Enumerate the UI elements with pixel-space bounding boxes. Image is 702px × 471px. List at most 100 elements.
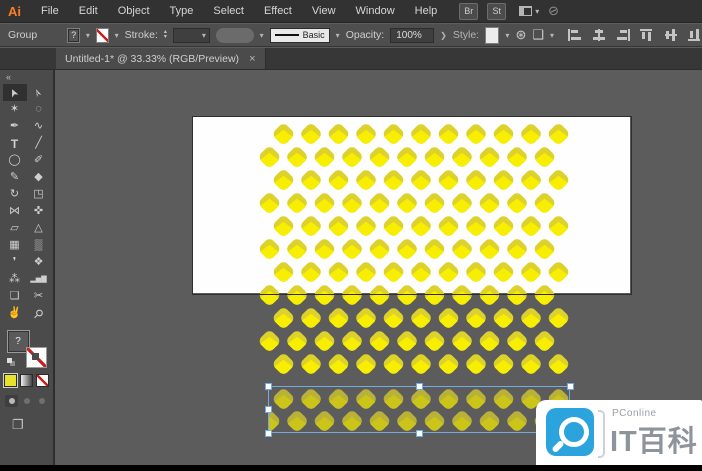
slice-tool-icon: ✂ bbox=[34, 291, 43, 302]
default-fill-stroke-icon[interactable] bbox=[7, 358, 16, 366]
menu-help[interactable]: Help bbox=[405, 5, 448, 17]
stroke-weight-stepper[interactable]: ▴▾ bbox=[164, 30, 167, 40]
collapse-panel-icon[interactable]: « bbox=[0, 70, 11, 84]
type-tool[interactable]: T bbox=[3, 135, 27, 152]
chevron-down-icon[interactable]: ▾ bbox=[336, 31, 340, 40]
width-tool-icon: ⋈ bbox=[9, 206, 20, 217]
paintbrush-tool-icon: ✐ bbox=[34, 155, 43, 166]
pencil-tool[interactable]: ✎ bbox=[3, 169, 27, 186]
menu-object[interactable]: Object bbox=[108, 5, 160, 17]
draw-normal-button[interactable] bbox=[5, 395, 18, 407]
vertical-align-center-icon[interactable] bbox=[664, 29, 678, 41]
fill-color-swatch[interactable]: ? bbox=[67, 28, 80, 43]
paintbrush-tool[interactable]: ✐ bbox=[27, 152, 51, 169]
close-icon[interactable]: × bbox=[249, 53, 255, 65]
column-graph-tool[interactable]: ▂▅▇ bbox=[27, 271, 51, 288]
magic-wand-tool[interactable]: ✶ bbox=[3, 101, 27, 118]
zoom-tool[interactable]: ⚲ bbox=[27, 305, 51, 322]
menu-edit[interactable]: Edit bbox=[69, 5, 108, 17]
pen-tool[interactable]: ✒ bbox=[3, 118, 27, 135]
vertical-align-bottom-icon[interactable] bbox=[688, 29, 702, 41]
perspective-grid-tool[interactable]: △ bbox=[27, 220, 51, 237]
ellipse-tool[interactable]: ◯ bbox=[3, 152, 27, 169]
menu-file[interactable]: File bbox=[31, 5, 69, 17]
lasso-tool[interactable]: ◌ bbox=[27, 101, 51, 118]
opacity-arrow-icon[interactable]: ❯ bbox=[440, 31, 447, 40]
draw-inside-button[interactable] bbox=[35, 395, 48, 407]
globe-icon[interactable]: ⊛ bbox=[515, 27, 526, 43]
chevron-down-icon[interactable]: ▾ bbox=[260, 31, 264, 40]
free-transform-tool[interactable]: ▱ bbox=[3, 220, 27, 237]
document-setup-icon[interactable]: ❑ bbox=[532, 27, 544, 43]
width-tool[interactable]: ⋈ bbox=[3, 203, 27, 220]
direct-selection-tool[interactable]: ➢ bbox=[27, 84, 51, 101]
color-button[interactable] bbox=[4, 374, 17, 387]
bridge-button[interactable]: Br bbox=[459, 3, 478, 20]
selection-handle[interactable] bbox=[265, 430, 272, 437]
selection-tool[interactable]: ➤ bbox=[3, 84, 27, 101]
horizontal-align-right-icon[interactable] bbox=[616, 29, 630, 41]
shape-builder-tool[interactable]: ▦ bbox=[3, 237, 27, 254]
selection-handle[interactable] bbox=[265, 383, 272, 390]
chevron-down-icon[interactable]: ▾ bbox=[550, 31, 554, 40]
brush-definition-dropdown[interactable]: Basic bbox=[270, 28, 330, 43]
chevron-down-icon[interactable]: ▾ bbox=[505, 31, 509, 40]
drawing-modes bbox=[5, 395, 48, 407]
selection-type-label: Group bbox=[8, 29, 37, 41]
horizontal-align-center-icon[interactable] bbox=[592, 29, 606, 41]
hand-tool[interactable]: ✌ bbox=[3, 305, 27, 322]
screen-mode-button[interactable]: ❐ bbox=[0, 417, 24, 433]
eraser-tool-icon: ◆ bbox=[34, 172, 42, 183]
canvas[interactable]: PConline IT百科 bbox=[55, 70, 702, 471]
chevron-down-icon[interactable]: ▾ bbox=[115, 31, 119, 40]
puppet-warp-tool[interactable]: ✜ bbox=[27, 203, 51, 220]
eyedropper-tool[interactable]: ❜ bbox=[3, 254, 27, 271]
symbol-sprayer-tool[interactable]: ⁂ bbox=[3, 271, 27, 288]
watermark-bracket bbox=[598, 410, 605, 458]
artboard-tool-icon: ❏ bbox=[10, 291, 20, 302]
touch-workspace-icon[interactable]: ⊘ bbox=[546, 2, 562, 21]
tools-grid: ➤➢✶ ◌ ✒∿T╱ ◯ ✐ ✎ ◆ ↻◳ ⋈ ✜ ▱ △▦▒❜ ❖ ⁂▂▅▇ ❏ ✂ ✌ ⚲ bbox=[3, 84, 51, 322]
selection-handle[interactable] bbox=[265, 406, 272, 413]
curvature-tool[interactable]: ∿ bbox=[27, 118, 51, 135]
menu-effect[interactable]: Effect bbox=[254, 5, 302, 17]
lasso-tool-icon: ◌ bbox=[35, 104, 42, 115]
chevron-down-icon[interactable]: ▾ bbox=[86, 31, 90, 40]
vertical-align-top-icon[interactable] bbox=[640, 29, 654, 41]
artboard-tool[interactable]: ❏ bbox=[3, 288, 27, 305]
width-profile-dropdown[interactable] bbox=[216, 28, 254, 43]
hand-tool-icon: ✌ bbox=[8, 308, 22, 319]
stroke-color-swatch[interactable] bbox=[96, 28, 109, 43]
ellipse-tool-icon: ◯ bbox=[8, 155, 20, 166]
selection-handle[interactable] bbox=[416, 383, 423, 390]
style-swatch[interactable] bbox=[485, 27, 499, 44]
workspace-switcher[interactable]: ▾ bbox=[519, 6, 539, 16]
horizontal-align-left-icon[interactable] bbox=[568, 29, 582, 41]
eraser-tool[interactable]: ◆ bbox=[27, 169, 51, 186]
gradient-button[interactable] bbox=[20, 374, 33, 387]
menu-type[interactable]: Type bbox=[160, 5, 204, 17]
free-transform-tool-icon: ▱ bbox=[10, 223, 18, 234]
draw-behind-button[interactable] bbox=[20, 395, 33, 407]
stock-button[interactable]: St bbox=[487, 3, 506, 20]
rotate-tool[interactable]: ↻ bbox=[3, 186, 27, 203]
document-tab[interactable]: Untitled-1* @ 33.33% (RGB/Preview) × bbox=[56, 48, 266, 69]
selection-handle[interactable] bbox=[416, 430, 423, 437]
menu-select[interactable]: Select bbox=[203, 5, 254, 17]
stroke-indicator[interactable] bbox=[26, 347, 47, 368]
blend-tool-icon: ❖ bbox=[34, 257, 44, 268]
window-bottom-strip bbox=[0, 465, 702, 471]
menu-view[interactable]: View bbox=[302, 5, 346, 17]
line-segment-tool[interactable]: ╱ bbox=[27, 135, 51, 152]
stroke-weight-dropdown[interactable]: ▾ bbox=[173, 28, 210, 43]
menu-window[interactable]: Window bbox=[346, 5, 405, 17]
blend-tool[interactable]: ❖ bbox=[27, 254, 51, 271]
selection-bounding-box[interactable] bbox=[268, 386, 570, 433]
gradient-tool[interactable]: ▒ bbox=[27, 237, 51, 254]
selection-handle[interactable] bbox=[567, 383, 574, 390]
slice-tool[interactable]: ✂ bbox=[27, 288, 51, 305]
menu-bar-right: Br St ▾ ⊘ bbox=[459, 3, 559, 20]
scale-tool[interactable]: ◳ bbox=[27, 186, 51, 203]
opacity-field[interactable]: 100% bbox=[390, 28, 434, 43]
none-button[interactable] bbox=[36, 374, 49, 387]
